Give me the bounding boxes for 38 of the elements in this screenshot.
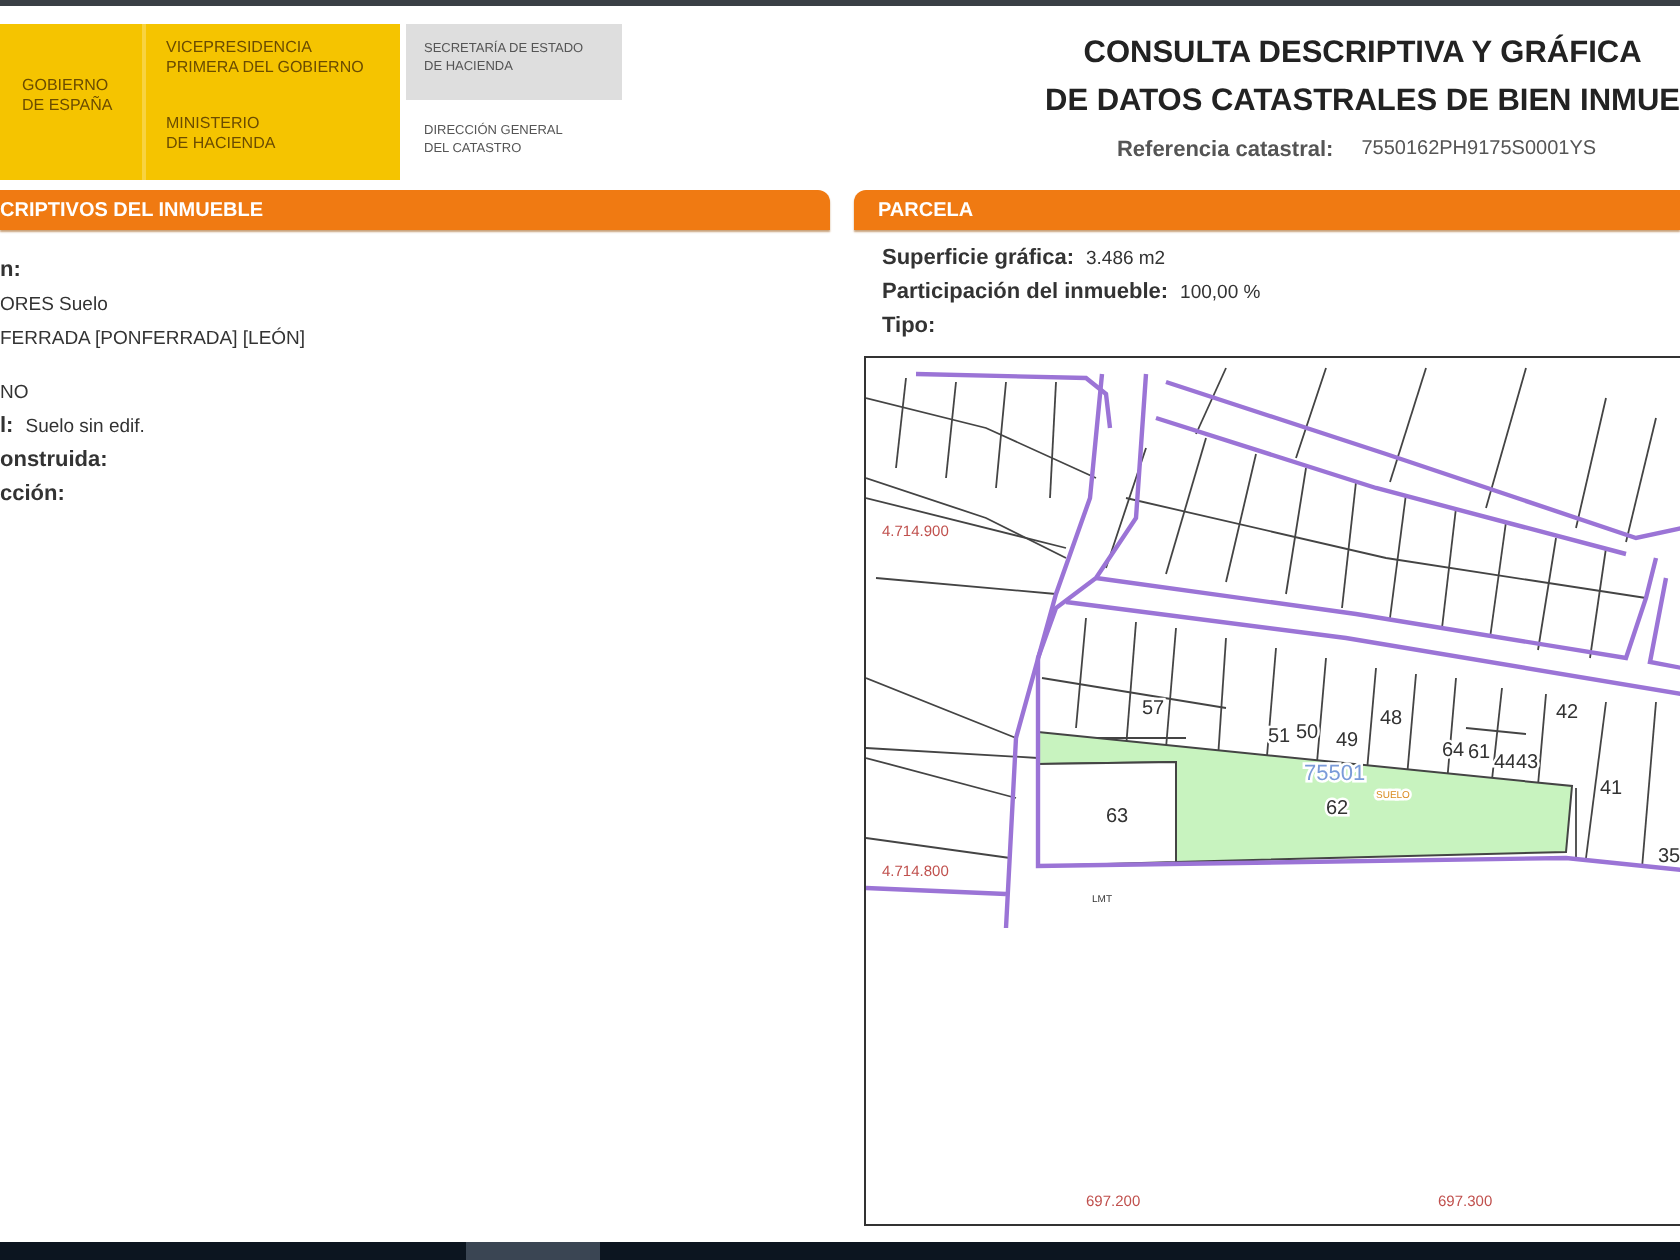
field-label: Superficie gráfica:	[882, 244, 1074, 274]
map-label: 62	[1326, 798, 1349, 820]
field-label: l:	[0, 412, 14, 442]
map-label: 49	[1336, 730, 1359, 752]
government-name: GOBIERNO DE ESPAÑA	[22, 76, 115, 116]
field-label: Tipo:	[882, 312, 936, 342]
map-label: 48	[1380, 708, 1403, 730]
field-value: ORES Suelo	[0, 292, 108, 320]
map-label: 50	[1296, 722, 1319, 744]
reference-value: 7550162PH9175S0001YS	[1361, 138, 1597, 162]
map-label: 43	[1516, 752, 1539, 774]
map-label: 63	[1106, 806, 1129, 828]
reference-label: Referencia catastral:	[1116, 138, 1334, 162]
field-label: Participación del inmueble:	[882, 278, 1169, 308]
field-value: FERRADA [PONFERRADA] [LEÓN]	[0, 325, 306, 354]
field-value: NO	[0, 380, 29, 408]
field-value: Suelo sin edif.	[25, 414, 145, 442]
map-label: 61	[1468, 742, 1491, 764]
map-label: 35	[1658, 846, 1680, 868]
map-label: 42	[1556, 702, 1579, 724]
field-label: n:	[0, 256, 21, 286]
map-label: 44	[1494, 752, 1517, 774]
map-label: 41	[1600, 778, 1623, 800]
vicepresidency-name: VICEPRESIDENCIA PRIMERA DEL GOBIERNO	[166, 38, 366, 78]
section-header: CRIPTIVOS DEL INMUEBLE	[0, 190, 830, 230]
map-label: 75501	[1304, 762, 1366, 786]
ministry-name: MINISTERIO DE HACIENDA	[166, 114, 278, 154]
page-thumbnail-tab[interactable]	[466, 1242, 600, 1260]
document-title: DE DATOS CATASTRALES DE BIEN INMUE	[1045, 82, 1680, 122]
field-value: 100,00 %	[1180, 280, 1261, 308]
neighbor-parcel	[1037, 761, 1177, 868]
field-label: cción:	[0, 480, 65, 510]
section-header: PARCELA	[854, 190, 1680, 230]
map-label: 57	[1142, 698, 1165, 720]
map-label: 51	[1268, 726, 1291, 748]
field-label: onstruida:	[0, 446, 108, 476]
field-value: 3.486 m2	[1085, 246, 1166, 274]
document-title: CONSULTA DESCRIPTIVA Y GRÁFICA	[1083, 32, 1642, 74]
